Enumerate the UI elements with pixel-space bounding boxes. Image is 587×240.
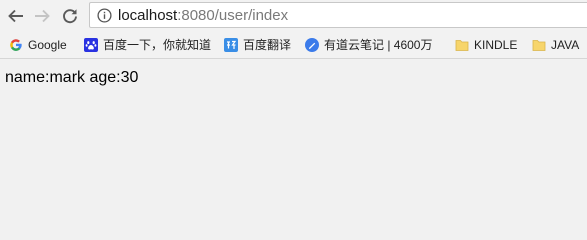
- baidu-paw-icon: [84, 38, 98, 52]
- back-arrow-icon: [8, 9, 23, 23]
- bookmark-baidu-translate[interactable]: 百度翻译: [224, 35, 291, 55]
- bookmark-label: 有道云笔记 | 4600万: [324, 38, 433, 52]
- url-host: localhost: [118, 7, 178, 24]
- folder-icon: [455, 40, 469, 51]
- bookmarks-bar: Google 百度一下，你就知道 百度翻译 有道云笔记 | 4600万 KIND…: [0, 33, 587, 57]
- bookmark-baidu[interactable]: 百度一下，你就知道: [84, 35, 211, 55]
- info-icon[interactable]: [97, 8, 112, 23]
- bookmark-label: Google: [28, 38, 67, 52]
- address-bar[interactable]: localhost:8080/user/index: [89, 2, 587, 28]
- reload-icon: [63, 9, 77, 24]
- baidu-translate-icon: [224, 38, 238, 52]
- back-button[interactable]: [4, 4, 28, 28]
- bookmark-folder-java[interactable]: JAVA: [532, 35, 579, 55]
- youdao-note-icon: [305, 38, 319, 52]
- bookmark-google[interactable]: Google: [9, 35, 67, 55]
- bookmark-label: 百度一下，你就知道: [103, 38, 212, 52]
- bookmark-youdao-note[interactable]: 有道云笔记 | 4600万: [305, 35, 438, 55]
- bookmark-label: 百度翻译: [243, 38, 292, 52]
- forward-button[interactable]: [30, 4, 54, 28]
- bookmark-label: JAVA: [551, 38, 580, 52]
- reload-button[interactable]: [58, 4, 82, 28]
- google-g-icon: [10, 39, 22, 51]
- forward-arrow-icon: [35, 9, 50, 23]
- url-text[interactable]: localhost:8080/user/index: [118, 7, 288, 24]
- browser-toolbar: localhost:8080/user/index: [0, 0, 587, 32]
- browser-chrome: localhost:8080/user/index Google 百度一下，你就…: [0, 0, 587, 59]
- page-content-text: name:mark age:30: [5, 69, 139, 86]
- bookmark-folder-kindle[interactable]: KINDLE: [455, 35, 517, 55]
- url-path: :8080/user/index: [177, 7, 289, 24]
- folder-icon: [532, 40, 546, 51]
- bookmark-label: KINDLE: [474, 38, 518, 52]
